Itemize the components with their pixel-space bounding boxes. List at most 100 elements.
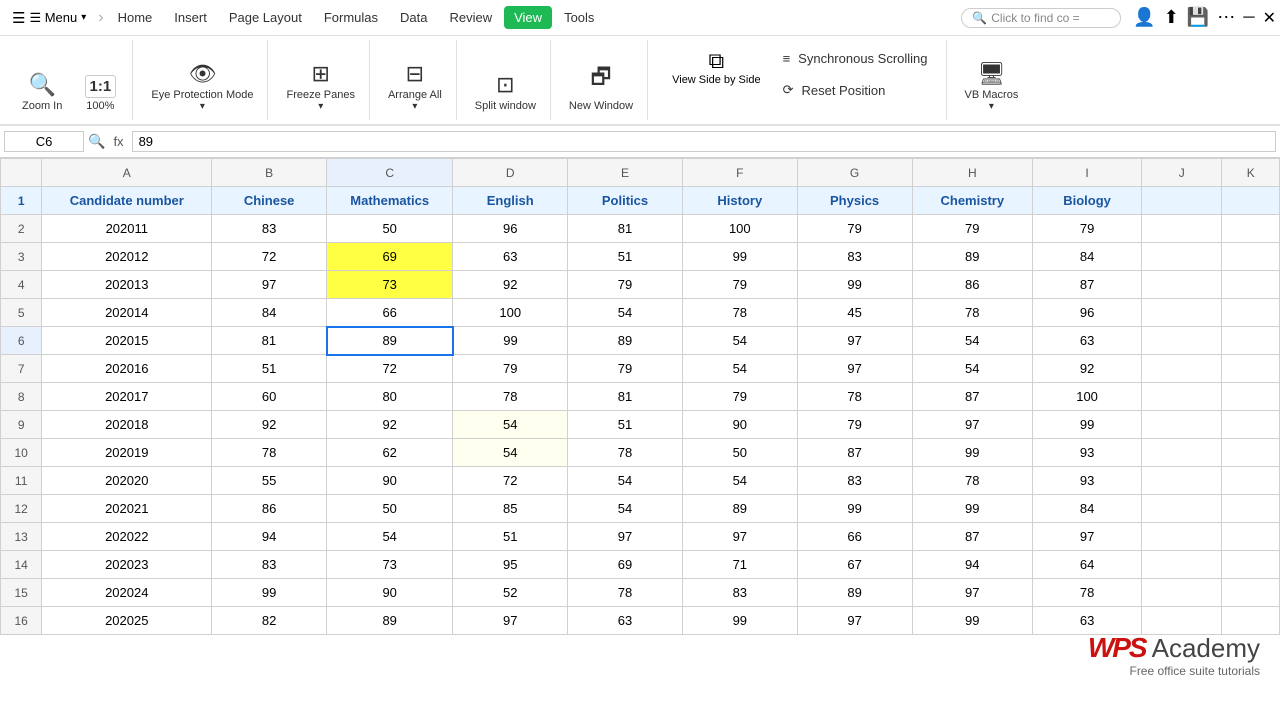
cell-K16[interactable] bbox=[1222, 607, 1280, 635]
user-icon[interactable]: 👤 bbox=[1133, 7, 1155, 28]
cell-H12[interactable]: 99 bbox=[912, 495, 1033, 523]
more-icon[interactable]: ⋯ bbox=[1217, 7, 1235, 28]
menu-view[interactable]: View bbox=[504, 6, 552, 29]
cell-B2[interactable]: 83 bbox=[212, 215, 327, 243]
cell-I3[interactable]: 84 bbox=[1033, 243, 1142, 271]
cell-G2[interactable]: 79 bbox=[797, 215, 912, 243]
cell-K9[interactable] bbox=[1222, 411, 1280, 439]
cell-E15[interactable]: 78 bbox=[568, 579, 683, 607]
cell-A16[interactable]: 202025 bbox=[42, 607, 212, 635]
cell-A14[interactable]: 202023 bbox=[42, 551, 212, 579]
cell-D14[interactable]: 95 bbox=[453, 551, 568, 579]
cell-G7[interactable]: 97 bbox=[797, 355, 912, 383]
cell-C14[interactable]: 73 bbox=[327, 551, 453, 579]
cell-D16[interactable]: 97 bbox=[453, 607, 568, 635]
cell-I6[interactable]: 63 bbox=[1033, 327, 1142, 355]
cell-J15[interactable] bbox=[1142, 579, 1222, 607]
cell-I8[interactable]: 100 bbox=[1033, 383, 1142, 411]
cell-J11[interactable] bbox=[1142, 467, 1222, 495]
cell-D15[interactable]: 52 bbox=[453, 579, 568, 607]
cell-A11[interactable]: 202020 bbox=[42, 467, 212, 495]
cell-G6[interactable]: 97 bbox=[797, 327, 912, 355]
split-window-button[interactable]: ⊡ Split window bbox=[469, 68, 542, 116]
cell-J10[interactable] bbox=[1142, 439, 1222, 467]
cell-H15[interactable]: 97 bbox=[912, 579, 1033, 607]
cell-D5[interactable]: 100 bbox=[453, 299, 568, 327]
cell-F6[interactable]: 54 bbox=[682, 327, 797, 355]
cell-D12[interactable]: 85 bbox=[453, 495, 568, 523]
cell-F3[interactable]: 99 bbox=[682, 243, 797, 271]
cell-A10[interactable]: 202019 bbox=[42, 439, 212, 467]
cell-J14[interactable] bbox=[1142, 551, 1222, 579]
cell-C16[interactable]: 89 bbox=[327, 607, 453, 635]
cell-E4[interactable]: 79 bbox=[568, 271, 683, 299]
cell-C15[interactable]: 90 bbox=[327, 579, 453, 607]
cell-D4[interactable]: 92 bbox=[453, 271, 568, 299]
menu-data[interactable]: Data bbox=[390, 6, 437, 29]
cell-I13[interactable]: 97 bbox=[1033, 523, 1142, 551]
cell-D1[interactable]: English bbox=[453, 187, 568, 215]
cell-B12[interactable]: 86 bbox=[212, 495, 327, 523]
cell-G3[interactable]: 83 bbox=[797, 243, 912, 271]
cell-F2[interactable]: 100 bbox=[682, 215, 797, 243]
cell-D2[interactable]: 96 bbox=[453, 215, 568, 243]
cell-I11[interactable]: 93 bbox=[1033, 467, 1142, 495]
cell-F7[interactable]: 54 bbox=[682, 355, 797, 383]
cell-B1[interactable]: Chinese bbox=[212, 187, 327, 215]
col-header-I[interactable]: I bbox=[1033, 159, 1142, 187]
col-header-H[interactable]: H bbox=[912, 159, 1033, 187]
cell-F11[interactable]: 54 bbox=[682, 467, 797, 495]
eye-protection-button[interactable]: 👁 Eye Protection Mode ▾ bbox=[145, 57, 259, 116]
cell-C2[interactable]: 50 bbox=[327, 215, 453, 243]
cell-H1[interactable]: Chemistry bbox=[912, 187, 1033, 215]
cell-E6[interactable]: 89 bbox=[568, 327, 683, 355]
cell-C3[interactable]: 69 bbox=[327, 243, 453, 271]
synchronous-scrolling-button[interactable]: ≡ Synchronous Scrolling bbox=[777, 48, 934, 69]
cell-E11[interactable]: 54 bbox=[568, 467, 683, 495]
cell-E2[interactable]: 81 bbox=[568, 215, 683, 243]
cell-H4[interactable]: 86 bbox=[912, 271, 1033, 299]
cell-F5[interactable]: 78 bbox=[682, 299, 797, 327]
cell-D10[interactable]: 54 bbox=[453, 439, 568, 467]
cell-G5[interactable]: 45 bbox=[797, 299, 912, 327]
view-side-by-side-button[interactable]: ⧉ View Side by Side bbox=[664, 44, 768, 90]
col-header-K[interactable]: K bbox=[1222, 159, 1280, 187]
cell-D11[interactable]: 72 bbox=[453, 467, 568, 495]
cell-E7[interactable]: 79 bbox=[568, 355, 683, 383]
col-header-B[interactable]: B bbox=[212, 159, 327, 187]
cell-C7[interactable]: 72 bbox=[327, 355, 453, 383]
cell-K3[interactable] bbox=[1222, 243, 1280, 271]
cell-J7[interactable] bbox=[1142, 355, 1222, 383]
col-header-J[interactable]: J bbox=[1142, 159, 1222, 187]
cell-B6[interactable]: 81 bbox=[212, 327, 327, 355]
cell-E14[interactable]: 69 bbox=[568, 551, 683, 579]
cell-D7[interactable]: 79 bbox=[453, 355, 568, 383]
cell-K2[interactable] bbox=[1222, 215, 1280, 243]
cell-H9[interactable]: 97 bbox=[912, 411, 1033, 439]
cell-C12[interactable]: 50 bbox=[327, 495, 453, 523]
cell-H3[interactable]: 89 bbox=[912, 243, 1033, 271]
cell-I16[interactable]: 63 bbox=[1033, 607, 1142, 635]
cell-I5[interactable]: 96 bbox=[1033, 299, 1142, 327]
cell-D8[interactable]: 78 bbox=[453, 383, 568, 411]
cell-J12[interactable] bbox=[1142, 495, 1222, 523]
cell-C9[interactable]: 92 bbox=[327, 411, 453, 439]
cell-H13[interactable]: 87 bbox=[912, 523, 1033, 551]
cell-reference-input[interactable] bbox=[4, 131, 84, 152]
cell-J2[interactable] bbox=[1142, 215, 1222, 243]
cell-J5[interactable] bbox=[1142, 299, 1222, 327]
col-header-E[interactable]: E bbox=[568, 159, 683, 187]
cell-H5[interactable]: 78 bbox=[912, 299, 1033, 327]
formula-input[interactable] bbox=[132, 131, 1276, 152]
cell-K15[interactable] bbox=[1222, 579, 1280, 607]
cell-G1[interactable]: Physics bbox=[797, 187, 912, 215]
cell-F16[interactable]: 99 bbox=[682, 607, 797, 635]
cell-F15[interactable]: 83 bbox=[682, 579, 797, 607]
cell-B16[interactable]: 82 bbox=[212, 607, 327, 635]
arrange-all-button[interactable]: ⊟ Arrange All ▾ bbox=[382, 57, 448, 116]
cell-F8[interactable]: 79 bbox=[682, 383, 797, 411]
cell-B4[interactable]: 97 bbox=[212, 271, 327, 299]
cell-C8[interactable]: 80 bbox=[327, 383, 453, 411]
cell-A3[interactable]: 202012 bbox=[42, 243, 212, 271]
cell-G4[interactable]: 99 bbox=[797, 271, 912, 299]
